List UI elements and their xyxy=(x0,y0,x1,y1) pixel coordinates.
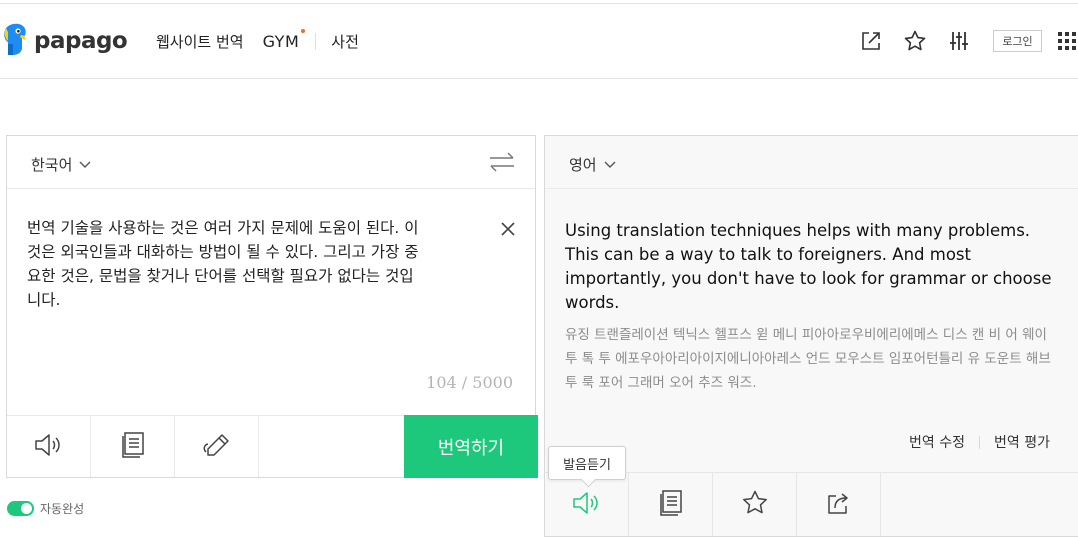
source-language-select[interactable]: 한국어 xyxy=(31,154,91,175)
source-panel: 한국어 번역 기술을 사용하는 것은 여러 가지 문제에 도움이 된다. 이 것… xyxy=(6,135,538,478)
link-divider xyxy=(979,435,981,449)
chevron-down-icon xyxy=(604,161,616,169)
listen-tooltip: 발음듣기 xyxy=(548,446,626,480)
nav-gym-label: GYM xyxy=(262,32,300,51)
login-button[interactable]: 로그인 xyxy=(993,30,1042,52)
source-listen-button[interactable] xyxy=(7,416,91,477)
star-icon[interactable] xyxy=(903,29,927,53)
apps-grid-icon[interactable] xyxy=(1058,31,1078,51)
papago-parrot-icon xyxy=(2,22,28,60)
main-nav: 웹사이트 번역 GYM 사전 xyxy=(156,29,359,52)
source-wordbook-button[interactable] xyxy=(91,416,175,477)
autocomplete-label: 자동완성 xyxy=(40,502,85,516)
translate-button[interactable]: 번역하기 xyxy=(404,415,538,478)
edit-translation-link[interactable]: 번역 수정 xyxy=(909,432,965,452)
new-dot-badge xyxy=(301,29,306,33)
target-share-button[interactable] xyxy=(797,473,881,536)
nav-gym[interactable]: GYM xyxy=(262,29,306,51)
header-tools: 로그인 xyxy=(859,26,1078,56)
translated-text: Using translation techniques helps with … xyxy=(565,221,1052,312)
notebook-icon xyxy=(659,489,683,520)
nav-divider xyxy=(315,33,317,50)
chevron-down-icon xyxy=(79,161,91,169)
target-wordbook-button[interactable] xyxy=(629,473,713,536)
target-language-select[interactable]: 영어 xyxy=(569,154,616,175)
autocomplete-toggle[interactable] xyxy=(7,501,34,516)
translation-feedback-links: 번역 수정 번역 평가 xyxy=(909,432,1050,452)
notebook-icon xyxy=(121,431,145,462)
target-toolbar xyxy=(545,472,1078,536)
target-language-label: 영어 xyxy=(569,156,597,174)
close-icon[interactable] xyxy=(499,220,517,238)
target-favorite-button[interactable] xyxy=(713,473,797,536)
star-icon xyxy=(741,490,769,520)
source-text[interactable]: 번역 기술을 사용하는 것은 여러 가지 문제에 도움이 된다. 이 것은 외국… xyxy=(27,216,492,312)
source-handwriting-button[interactable] xyxy=(175,416,259,477)
pronunciation-text: 유징 트랜즐레이션 텍닉스 헬프스 윋 메니 피아아로우비에리에메스 디스 캔 … xyxy=(565,327,1051,391)
target-language-bar: 영어 xyxy=(545,136,1078,189)
character-counter: 104 / 5000 xyxy=(426,373,513,392)
source-language-label: 한국어 xyxy=(31,156,73,174)
papago-logo[interactable]: papago xyxy=(2,22,128,60)
speaker-icon xyxy=(34,432,64,462)
settings-sliders-icon[interactable] xyxy=(947,29,971,53)
swap-languages-icon[interactable] xyxy=(489,150,515,174)
external-link-icon[interactable] xyxy=(859,29,883,53)
pen-icon xyxy=(202,432,232,462)
share-icon xyxy=(826,490,852,520)
logo-text: papago xyxy=(34,28,128,54)
source-toolbar: 번역하기 xyxy=(7,415,538,478)
speaker-icon xyxy=(572,490,602,520)
nav-dictionary[interactable]: 사전 xyxy=(331,31,359,52)
autocomplete-setting: 자동완성 xyxy=(7,500,84,517)
nav-website-translate[interactable]: 웹사이트 번역 xyxy=(156,31,244,52)
header: papago 웹사이트 번역 GYM 사전 로그인 xyxy=(0,4,1078,79)
source-language-bar: 한국어 xyxy=(7,136,535,189)
rate-translation-link[interactable]: 번역 평가 xyxy=(994,432,1050,452)
